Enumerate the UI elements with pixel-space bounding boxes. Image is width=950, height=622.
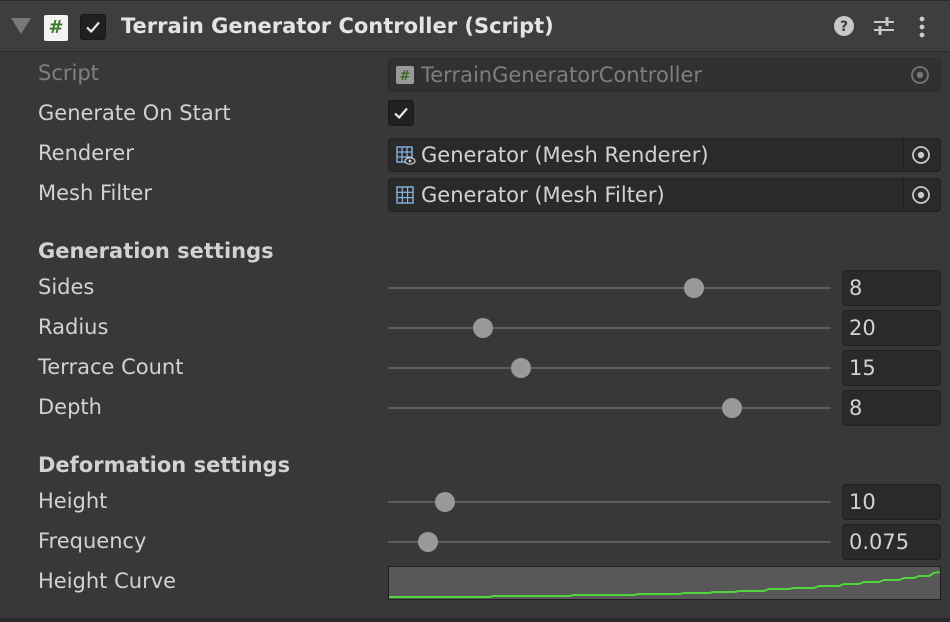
component-title: Terrain Generator Controller (Script) xyxy=(121,14,554,38)
renderer-value: Generator (Mesh Renderer) xyxy=(421,143,709,167)
terrace-count-input[interactable]: 15 xyxy=(842,350,941,386)
height-curve-line xyxy=(389,571,941,598)
mesh-filter-label: Mesh Filter xyxy=(38,181,152,205)
svg-text:#: # xyxy=(400,69,411,84)
radius-slider-track[interactable] xyxy=(388,327,831,329)
generation-settings-heading: Generation settings xyxy=(38,239,274,263)
sides-label: Sides xyxy=(38,275,95,299)
radius-input[interactable]: 20 xyxy=(842,310,941,346)
inspector-bottom-border xyxy=(0,618,950,622)
frequency-slider-track[interactable] xyxy=(388,541,831,543)
foldout-arrow-icon[interactable] xyxy=(11,18,31,34)
radius-slider-thumb[interactable] xyxy=(472,318,493,338)
depth-slider-track[interactable] xyxy=(388,407,831,409)
sides-input[interactable]: 8 xyxy=(842,270,941,306)
sides-slider-track[interactable] xyxy=(388,287,831,289)
renderer-field[interactable]: Generator (Mesh Renderer) xyxy=(388,138,941,172)
renderer-label: Renderer xyxy=(38,141,134,165)
mesh-filter-icon xyxy=(396,186,414,204)
script-icon: # xyxy=(44,15,68,41)
height-curve-label: Height Curve xyxy=(38,569,177,593)
generate-on-start-label: Generate On Start xyxy=(38,101,231,125)
script-picker xyxy=(903,59,940,91)
height-label: Height xyxy=(38,489,108,513)
frequency-input[interactable]: 0.075 xyxy=(842,524,941,560)
generate-on-start-checkbox[interactable] xyxy=(388,100,414,126)
depth-input[interactable]: 8 xyxy=(842,390,941,426)
terrace-count-slider-thumb[interactable] xyxy=(510,358,531,378)
renderer-picker[interactable] xyxy=(903,139,940,171)
sides-slider-thumb[interactable] xyxy=(684,278,705,298)
height-curve-field[interactable] xyxy=(388,566,941,600)
object-picker-icon xyxy=(912,186,930,204)
help-icon[interactable]: ? xyxy=(833,15,855,37)
depth-slider-thumb[interactable] xyxy=(722,398,743,418)
radius-label: Radius xyxy=(38,315,109,339)
svg-text:?: ? xyxy=(840,19,848,35)
frequency-slider-thumb[interactable] xyxy=(417,532,438,552)
deformation-settings-heading: Deformation settings xyxy=(38,453,291,477)
mesh-filter-picker[interactable] xyxy=(903,179,940,211)
script-file-icon: # xyxy=(396,66,414,84)
mesh-filter-field[interactable]: Generator (Mesh Filter) xyxy=(388,178,941,212)
mesh-filter-value: Generator (Mesh Filter) xyxy=(421,183,665,207)
height-slider-thumb[interactable] xyxy=(434,492,455,512)
depth-label: Depth xyxy=(38,395,102,419)
object-picker-icon xyxy=(911,66,929,84)
height-curve-preview xyxy=(389,571,941,598)
script-field: # TerrainGeneratorController xyxy=(388,58,941,92)
more-options-icon[interactable] xyxy=(916,15,928,39)
component-header[interactable]: # Terrain Generator Controller (Script) … xyxy=(0,0,950,52)
check-icon xyxy=(394,107,408,120)
script-label: Script xyxy=(38,61,99,85)
component-enabled-toggle[interactable] xyxy=(80,14,106,40)
script-value: TerrainGeneratorController xyxy=(421,63,703,87)
presets-icon[interactable] xyxy=(872,15,896,37)
frequency-label: Frequency xyxy=(38,529,147,553)
terrace-count-slider-track[interactable] xyxy=(388,367,831,369)
height-input[interactable]: 10 xyxy=(842,484,941,520)
terrace-count-label: Terrace Count xyxy=(38,355,184,379)
check-icon xyxy=(86,21,100,34)
mesh-renderer-icon xyxy=(396,146,416,165)
object-picker-icon xyxy=(912,146,930,164)
